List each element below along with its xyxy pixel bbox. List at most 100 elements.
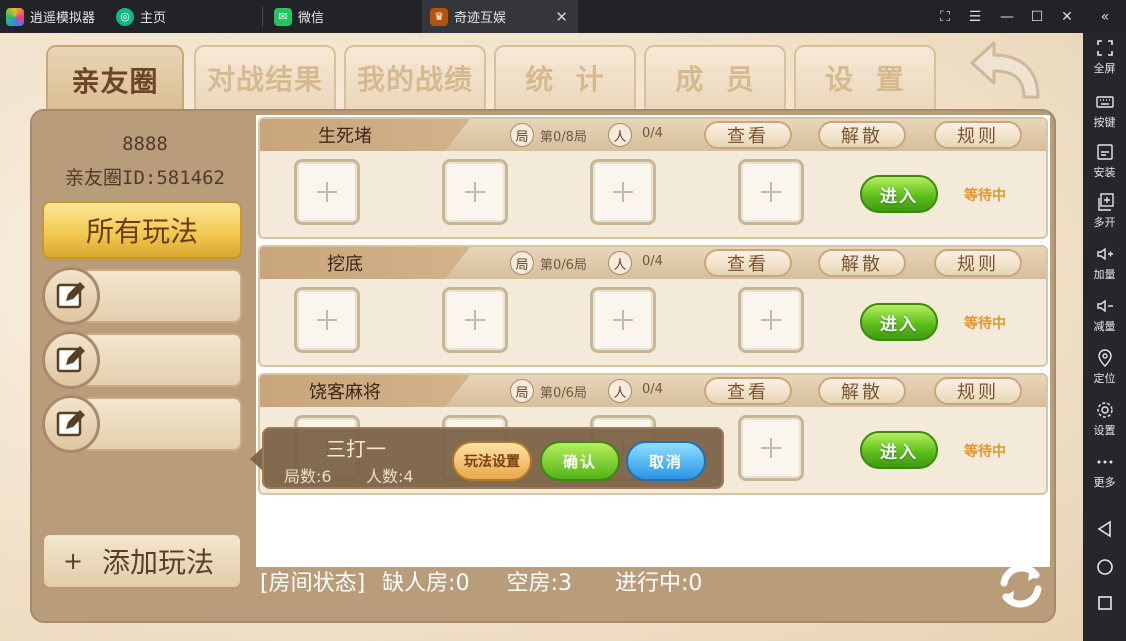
back-arrow-icon[interactable] [968,39,1044,103]
sidebar-volume-down[interactable]: 减量 [1083,297,1126,334]
seat-slot[interactable] [294,287,360,353]
all-modes-button[interactable]: 所有玩法 [42,201,242,259]
maximize-icon[interactable]: ☐ [1022,0,1052,33]
edit-icon[interactable] [42,267,100,325]
sidebar-fullscreen[interactable]: 全屏 [1083,39,1126,76]
mode-slot-3[interactable] [42,395,242,453]
close-tab-icon[interactable]: ✕ [555,8,568,26]
tab-statistics[interactable]: 统 计 [494,45,636,109]
seat-slot[interactable] [294,159,360,225]
seat-slot[interactable] [738,159,804,225]
tab-home[interactable]: ◎ 主页 [116,0,166,33]
rules-button[interactable]: 规则 [934,249,1022,277]
view-button[interactable]: 查看 [704,249,792,277]
room-rounds: 第0/6局 [540,386,587,401]
close-window-icon[interactable]: ✕ [1052,0,1082,33]
sidebar-label: 加量 [1093,268,1116,281]
seat-slot[interactable] [590,287,656,353]
back-nav-button[interactable] [1083,517,1126,541]
sidebar-more[interactable]: 更多 [1083,453,1126,490]
room-people: 0/4 [642,126,663,141]
recents-square-icon [1097,596,1112,610]
round-badge: 局 [510,251,534,275]
home-circle-icon [1096,559,1113,575]
sidebar-multi-open[interactable]: 多开 [1083,193,1126,230]
seat-slot[interactable] [442,287,508,353]
tab-wechat[interactable]: ✉ 微信 [274,0,324,33]
minimize-icon[interactable]: — [992,0,1022,33]
screenshot-icon[interactable]: ⛶ [930,0,960,33]
status-label: [房间状态] [260,571,366,596]
tab-settings[interactable]: 设 置 [794,45,936,109]
enter-room-button[interactable]: 进入 [860,303,938,341]
mode-slot-bar[interactable] [82,397,242,451]
tab-divider [262,6,263,27]
seat-slot[interactable] [738,287,804,353]
menu-icon[interactable]: ☰ [960,0,990,33]
room-status: 等待中 [964,188,1006,204]
round-badge: 局 [510,379,534,403]
enter-room-button[interactable]: 进入 [860,431,938,469]
seat-slot[interactable] [442,159,508,225]
view-button[interactable]: 查看 [704,377,792,405]
collapse-sidebar-icon[interactable]: « [1090,0,1120,33]
emulator-logo: 逍遥模拟器 [6,0,95,33]
sidebar-label: 多开 [1093,216,1116,229]
plus-icon: + [62,547,84,575]
popup-mode-title: 三打一 [326,437,386,461]
room-title: 饶客麻将 [309,382,381,403]
dismiss-button[interactable]: 解散 [818,377,906,405]
sidebar-settings[interactable]: 设置 [1083,401,1126,438]
tab-battle-results[interactable]: 对战结果 [194,45,336,109]
mode-slot-1[interactable] [42,267,242,325]
rules-button[interactable]: 规则 [934,377,1022,405]
gear-icon [1096,402,1113,418]
tab-members[interactable]: 成 员 [644,45,786,109]
sidebar-location[interactable]: 定位 [1083,349,1126,386]
fullscreen-icon [1096,40,1113,56]
dismiss-button[interactable]: 解散 [818,121,906,149]
tab-home-label: 主页 [140,11,167,26]
enter-room-button[interactable]: 进入 [860,175,938,213]
sidebar-install[interactable]: 安装 [1083,143,1126,180]
seat-slot[interactable] [738,415,804,481]
apk-icon [1096,144,1113,160]
tab-friend-circle[interactable]: 亲友圈 [46,45,184,113]
volume-up-icon [1096,247,1113,261]
refresh-icon[interactable] [994,559,1048,613]
room-people: 0/4 [642,382,663,397]
rules-button[interactable]: 规则 [934,121,1022,149]
view-button[interactable]: 查看 [704,121,792,149]
sidebar-label: 定位 [1093,372,1116,385]
tab-qiji-game[interactable]: ♛ 奇迹互娱 ✕ [422,0,578,33]
confirm-button[interactable]: 确认 [540,441,620,481]
mode-slot-bar[interactable] [82,333,242,387]
home-nav-button[interactable] [1083,555,1126,579]
multi-open-icon [1097,193,1114,211]
room-status-bar: [房间状态] 缺人房:0 空房:3 进行中:0 [260,565,702,597]
emulator-logo-icon [6,7,24,26]
keyboard-icon [1095,96,1114,108]
mode-slot-2[interactable] [42,331,242,389]
sidebar-label: 安装 [1093,166,1116,179]
room-list[interactable]: 生死堵 局 第0/8局 人 0/4 查看 解散 规则 进入 等待中 挖底 局 第… [256,115,1050,567]
mode-settings-button[interactable]: 玩法设置 [452,441,532,481]
room-rounds: 第0/6局 [540,258,587,273]
room-people: 0/4 [642,254,663,269]
game-app-icon: ♛ [430,7,448,26]
dismiss-button[interactable]: 解散 [818,249,906,277]
location-icon [1097,349,1112,367]
tab-my-records[interactable]: 我的战绩 [344,45,486,109]
popup-rounds: 局数:6 [284,467,332,486]
sidebar-keymap[interactable]: 按键 [1083,93,1126,130]
recents-nav-button[interactable] [1083,591,1126,615]
add-mode-button[interactable]: + 添加玩法 [42,533,242,589]
club-name: 8888 [122,133,168,155]
mode-slot-bar[interactable] [82,269,242,323]
edit-icon[interactable] [42,331,100,389]
seat-slot[interactable] [590,159,656,225]
volume-down-icon [1096,299,1113,313]
sidebar-volume-up[interactable]: 加量 [1083,245,1126,282]
cancel-button[interactable]: 取消 [626,441,706,481]
edit-icon[interactable] [42,395,100,453]
